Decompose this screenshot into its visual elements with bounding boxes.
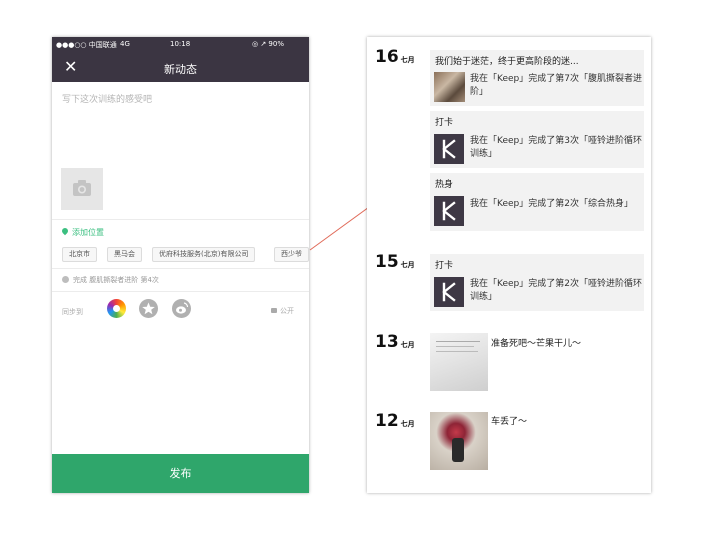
post-text: 准备死吧～芒果干儿～ [491, 339, 582, 349]
keep-logo-icon [434, 277, 464, 307]
sync-label: 同步到 [62, 308, 83, 316]
keep-logo-icon [434, 196, 464, 226]
card-title: 打卡 [435, 261, 454, 271]
page-title: 新动态 [164, 63, 197, 76]
weibo-icon[interactable] [172, 299, 191, 318]
day-number: 12 [375, 411, 399, 431]
location-tag[interactable]: 优府科技服务(北京)有限公司 [152, 247, 256, 262]
camera-icon [73, 180, 91, 196]
completed-label: 完成 腹肌撕裂者进阶 第4次 [73, 276, 159, 284]
workout-photo [434, 72, 465, 102]
compose-screen: ●●●○○ 中国联通 4G 10:18 ◎ ↗ 90% ✕ 新动态 写下这次训练… [52, 37, 309, 493]
date-label: 15 七月 [375, 252, 415, 272]
date-label: 12 七月 [375, 411, 415, 431]
divider [52, 291, 309, 292]
card-text: 我在「Keep」完成了第3次「哑铃进阶循环训练」 [470, 136, 642, 159]
nav-bar: ✕ 新动态 [52, 53, 309, 82]
month-label: 七月 [400, 341, 415, 349]
add-location-label: 添加位置 [72, 228, 104, 237]
moments-icon[interactable] [107, 299, 126, 318]
status-bar: ●●●○○ 中国联通 4G 10:18 ◎ ↗ 90% [52, 37, 309, 53]
check-icon [62, 276, 69, 283]
day-number: 15 [375, 252, 399, 272]
completed-workout-row: 完成 腹肌撕裂者进阶 第4次 [62, 275, 159, 285]
location-tag[interactable]: 北京市 [62, 247, 97, 262]
divider [52, 219, 309, 220]
card-text: 我在「Keep」完成了第7次「腹肌撕裂者进阶」 [470, 74, 642, 97]
day-number: 13 [375, 332, 399, 352]
lock-icon [271, 308, 277, 313]
post-photo[interactable] [430, 333, 488, 391]
keep-logo-icon [434, 134, 464, 164]
privacy-toggle[interactable]: 公开 [271, 306, 294, 316]
feed-card[interactable]: 我们始于迷茫，终于更高阶段的迷... 我在「Keep」完成了第7次「腹肌撕裂者进… [430, 50, 644, 106]
post-text: 车丢了～ [491, 417, 528, 427]
timeline-feed: 16 七月 我们始于迷茫，终于更高阶段的迷... 我在「Keep」完成了第7次「腹… [367, 37, 651, 493]
card-text: 我在「Keep」完成了第2次「综合热身」 [470, 199, 633, 209]
battery-label: ◎ ↗ 90% [252, 40, 284, 48]
location-tag[interactable]: 黑马会 [107, 247, 142, 262]
network-label: 4G [120, 40, 130, 48]
month-label: 七月 [400, 261, 415, 269]
card-title: 我们始于迷茫，终于更高阶段的迷... [435, 57, 579, 67]
carrier-label: ●●●○○ 中国联通 [56, 41, 117, 49]
feed-card[interactable]: 打卡 我在「Keep」完成了第2次「哑铃进阶循环训练」 [430, 254, 644, 311]
post-photo[interactable] [430, 412, 488, 470]
month-label: 七月 [400, 420, 415, 428]
star-icon[interactable] [139, 299, 158, 318]
card-text: 我在「Keep」完成了第2次「哑铃进阶循环训练」 [470, 279, 642, 302]
divider [52, 268, 309, 269]
date-label: 16 七月 [375, 47, 415, 67]
publish-button[interactable]: 发布 [52, 454, 309, 493]
day-number: 16 [375, 47, 399, 67]
feed-card[interactable]: 热身 我在「Keep」完成了第2次「综合热身」 [430, 173, 644, 231]
star-glyph [142, 302, 155, 315]
privacy-label: 公开 [280, 307, 294, 315]
clock: 10:18 [170, 40, 191, 48]
card-title: 打卡 [435, 118, 454, 128]
add-location-button[interactable]: 添加位置 [60, 226, 104, 238]
feed-card[interactable]: 打卡 我在「Keep」完成了第3次「哑铃进阶循环训练」 [430, 111, 644, 168]
add-photo-button[interactable] [61, 168, 103, 210]
month-label: 七月 [400, 56, 415, 64]
weibo-glyph [176, 302, 189, 314]
post-text-input[interactable]: 写下这次训练的感受吧 [62, 92, 152, 105]
date-label: 13 七月 [375, 332, 415, 352]
card-title: 热身 [435, 180, 454, 190]
location-pin-icon [60, 226, 70, 236]
